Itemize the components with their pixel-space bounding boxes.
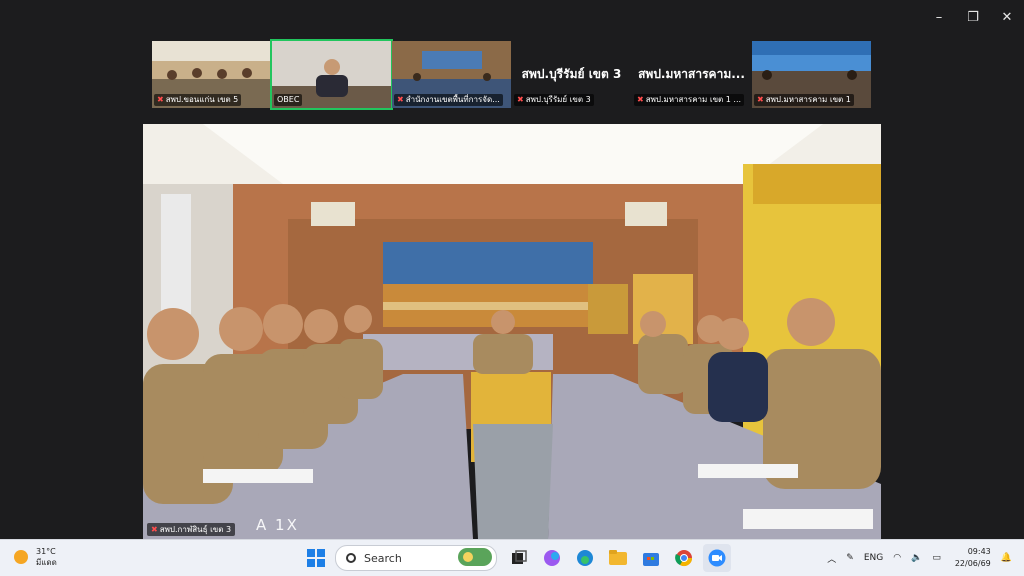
search-box[interactable]: Search: [335, 545, 497, 571]
participant-label: OBEC: [274, 94, 303, 106]
task-view-button[interactable]: [505, 544, 533, 572]
participant-label: ✖ สำนักงานเขตพื้นที่การจัด...: [394, 94, 503, 106]
maximize-button[interactable]: ❐: [956, 0, 990, 34]
store-icon: [643, 553, 659, 566]
mic-muted-icon: ✖: [637, 95, 644, 104]
participant-label: ✖ สพป.บุรีรัมย์ เขต 3: [514, 94, 594, 106]
copilot-icon: [544, 550, 560, 566]
minimize-button[interactable]: –: [922, 0, 956, 34]
volume-icon[interactable]: 🔈: [911, 553, 922, 563]
participant-name: สพป.บุรีรัมย์ เขต 3: [525, 95, 591, 104]
zoom-icon: [708, 549, 726, 567]
window-controls: – ❐ ✕: [922, 0, 1024, 34]
weather-desc: มีแดด: [36, 558, 57, 567]
clock-time: 09:43: [967, 547, 991, 556]
participant-name: สพป.มหาสารคาม เขต 1: [765, 95, 851, 104]
participant-name: OBEC: [277, 95, 300, 104]
video-watermark: A 1X: [256, 516, 299, 534]
participant-tile-active[interactable]: OBEC: [270, 39, 393, 110]
clock-date: 22/06/69: [954, 559, 991, 568]
participant-tile[interactable]: ✖ สำนักงานเขตพื้นที่การจัด...: [392, 41, 511, 108]
system-tray: ︿ ✎ ENG ◠ 🔈 ▭ 09:43 22/06/69 🔔: [817, 540, 1012, 576]
main-video-name: สพป.กาฬสินธุ์ เขต 3: [159, 525, 232, 534]
mic-muted-icon: ✖: [157, 95, 164, 104]
copilot-button[interactable]: [538, 544, 566, 572]
battery-icon[interactable]: ▭: [932, 553, 941, 563]
participant-label: ✖ สพป.มหาสารคาม เขต 1 ...: [634, 94, 745, 106]
mic-muted-icon: ✖: [517, 95, 524, 104]
participant-name-large: สพป.มหาสารคาม...: [638, 67, 745, 81]
mic-muted-icon: ✖: [397, 95, 404, 104]
participant-tile[interactable]: สพป.มหาสารคาม... ✖ สพป.มหาสารคาม เขต 1 ..…: [632, 41, 751, 108]
edge-icon: [577, 550, 593, 566]
task-view-icon: [512, 550, 527, 564]
search-highlight-icon: [458, 548, 492, 566]
wifi-icon[interactable]: ◠: [893, 553, 901, 563]
pen-icon[interactable]: ✎: [846, 553, 854, 563]
participant-tile[interactable]: ✖ สพป.ขอนแก่น เขต 5: [152, 41, 271, 108]
main-video-label: ✖ สพป.กาฬสินธุ์ เขต 3: [147, 523, 236, 536]
participant-name: สำนักงานเขตพื้นที่การจัด...: [405, 95, 500, 104]
mic-muted-icon: ✖: [757, 95, 764, 104]
taskbar: 31°C มีแดด Search ︿ ✎ ENG ◠ 🔈 ▭ 09:43 22…: [0, 539, 1024, 576]
participant-name: สพป.ขอนแก่น เขต 5: [165, 95, 239, 104]
edge-button[interactable]: [571, 544, 599, 572]
weather-widget[interactable]: 31°C มีแดด: [14, 546, 57, 568]
weather-temp: 31°C: [36, 547, 56, 556]
notification-bell-icon[interactable]: 🔔: [1001, 553, 1012, 563]
clock[interactable]: 09:43 22/06/69: [955, 546, 991, 570]
chrome-button[interactable]: [670, 544, 698, 572]
store-button[interactable]: [637, 544, 665, 572]
sun-icon: [14, 550, 28, 564]
chevron-up-icon[interactable]: ︿: [827, 552, 836, 565]
taskbar-apps: Search: [302, 544, 736, 572]
windows-icon: [307, 549, 325, 567]
chrome-icon: [675, 550, 693, 567]
participant-label: ✖ สพป.มหาสารคาม เขต 1: [754, 94, 854, 106]
folder-icon: [609, 550, 627, 565]
close-button[interactable]: ✕: [990, 0, 1024, 34]
search-icon: [346, 553, 356, 563]
participant-tile[interactable]: ✖ สพป.มหาสารคาม เขต 1: [752, 41, 871, 108]
mic-muted-icon: ✖: [151, 525, 158, 534]
participant-name-large: สพป.บุรีรัมย์ เขต 3: [521, 67, 622, 81]
main-video[interactable]: ✖ สพป.กาฬสินธุ์ เขต 3 A 1X: [143, 124, 881, 539]
meeting-room-video: [143, 124, 881, 539]
language-indicator[interactable]: ENG: [864, 553, 883, 563]
start-button[interactable]: [302, 544, 330, 572]
participant-name: สพป.มหาสารคาม เขต 1 ...: [645, 95, 742, 104]
participant-label: ✖ สพป.ขอนแก่น เขต 5: [154, 94, 242, 106]
participant-tile[interactable]: สพป.บุรีรัมย์ เขต 3 ✖ สพป.บุรีรัมย์ เขต 3: [512, 41, 631, 108]
file-explorer-button[interactable]: [604, 544, 632, 572]
zoom-button[interactable]: [703, 544, 731, 572]
search-placeholder: Search: [364, 551, 402, 565]
